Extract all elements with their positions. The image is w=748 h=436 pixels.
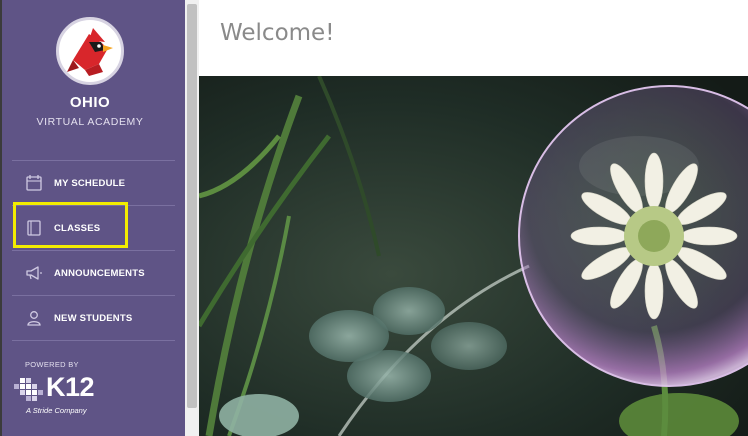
powered-by-label: POWERED BY bbox=[25, 360, 79, 369]
brand-tagline: A Stride Company bbox=[26, 406, 87, 415]
school-name: OHIO bbox=[69, 94, 111, 111]
megaphone-icon bbox=[23, 262, 45, 284]
person-icon bbox=[23, 307, 45, 329]
sidebar-item-label: CLASSES bbox=[54, 222, 101, 234]
hero-image bbox=[199, 76, 748, 436]
cardinal-icon bbox=[67, 28, 113, 76]
sidebar-item-classes[interactable]: CLASSES bbox=[12, 206, 175, 250]
school-logo[interactable] bbox=[56, 17, 124, 85]
sidebar-item-new-students[interactable]: NEW STUDENTS bbox=[12, 296, 175, 340]
brand-logo-text: K12 bbox=[46, 372, 95, 402]
sidebar: OHIO VIRTUAL ACADEMY MY SCHEDULE CLASSES… bbox=[2, 0, 185, 436]
sidebar-item-label: MY SCHEDULE bbox=[54, 177, 126, 189]
book-icon bbox=[23, 217, 45, 239]
sidebar-item-my-schedule[interactable]: MY SCHEDULE bbox=[12, 161, 175, 205]
sidebar-item-label: NEW STUDENTS bbox=[54, 312, 133, 324]
sidebar-item-label: ANNOUNCEMENTS bbox=[54, 267, 145, 279]
page-title: Welcome! bbox=[220, 20, 335, 46]
app-window: OHIO VIRTUAL ACADEMY MY SCHEDULE CLASSES… bbox=[0, 0, 748, 436]
school-subtitle: VIRTUAL ACADEMY bbox=[36, 116, 144, 128]
scrollbar-thumb[interactable] bbox=[187, 4, 197, 408]
calendar-icon bbox=[23, 172, 45, 194]
sidebar-item-announcements[interactable]: ANNOUNCEMENTS bbox=[12, 251, 175, 295]
nav-divider bbox=[12, 340, 175, 341]
